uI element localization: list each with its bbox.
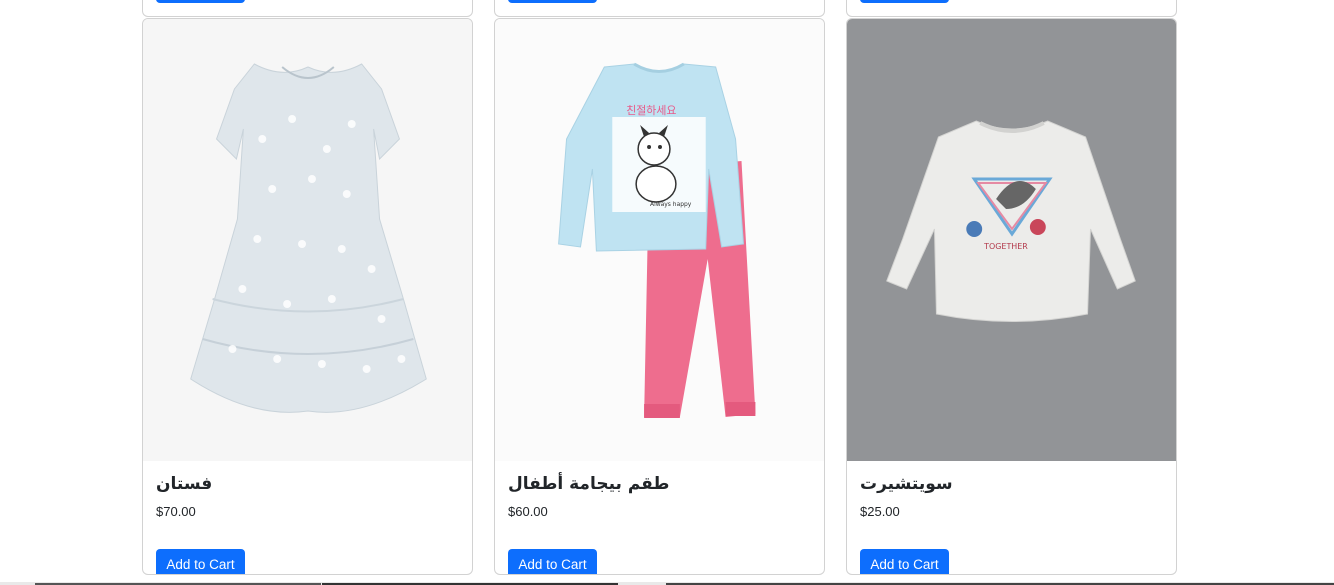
pajama-set-image[interactable]: 친절하세요 Always happy xyxy=(495,19,824,461)
product-price: $70.00 xyxy=(156,504,196,519)
product-card: 친절하세요 Always happy طقم بيجامة أطفال $60.… xyxy=(494,18,825,575)
add-to-cart-button[interactable]: Add to Cart xyxy=(156,549,245,574)
product-card-partial xyxy=(846,0,1177,17)
product-grid-page: فستان $70.00 Add to Cart 친절하세요 Always ha… xyxy=(0,0,1334,585)
add-to-cart-button[interactable]: Add to Cart xyxy=(508,549,597,574)
product-card: TOGETHER سويتشيرت $25.00 Add to Cart xyxy=(846,18,1177,575)
svg-text:Always happy: Always happy xyxy=(650,201,692,208)
svg-text:친절하세요: 친절하세요 xyxy=(626,103,676,117)
card-body: طقم بيجامة أطفال $60.00 Add to Cart xyxy=(508,471,811,574)
product-price: $25.00 xyxy=(860,504,900,519)
add-to-cart-button[interactable]: Add to Cart xyxy=(860,549,949,574)
product-card: فستان $70.00 Add to Cart xyxy=(142,18,473,575)
add-to-cart-button-partial[interactable] xyxy=(508,0,597,3)
sweatshirt-image[interactable]: TOGETHER xyxy=(847,19,1176,461)
add-to-cart-button-partial[interactable] xyxy=(860,0,949,3)
product-title: طقم بيجامة أطفال xyxy=(508,474,670,494)
card-body: سويتشيرت $25.00 Add to Cart xyxy=(860,471,1163,574)
dress-image[interactable] xyxy=(143,19,472,461)
product-title: سويتشيرت xyxy=(860,474,953,494)
product-price: $60.00 xyxy=(508,504,548,519)
svg-text:TOGETHER: TOGETHER xyxy=(983,242,1028,251)
add-to-cart-button-partial[interactable] xyxy=(156,0,245,3)
product-card-partial xyxy=(494,0,825,17)
product-title: فستان xyxy=(156,474,213,494)
card-body: فستان $70.00 Add to Cart xyxy=(156,471,459,574)
product-card-partial xyxy=(142,0,473,17)
